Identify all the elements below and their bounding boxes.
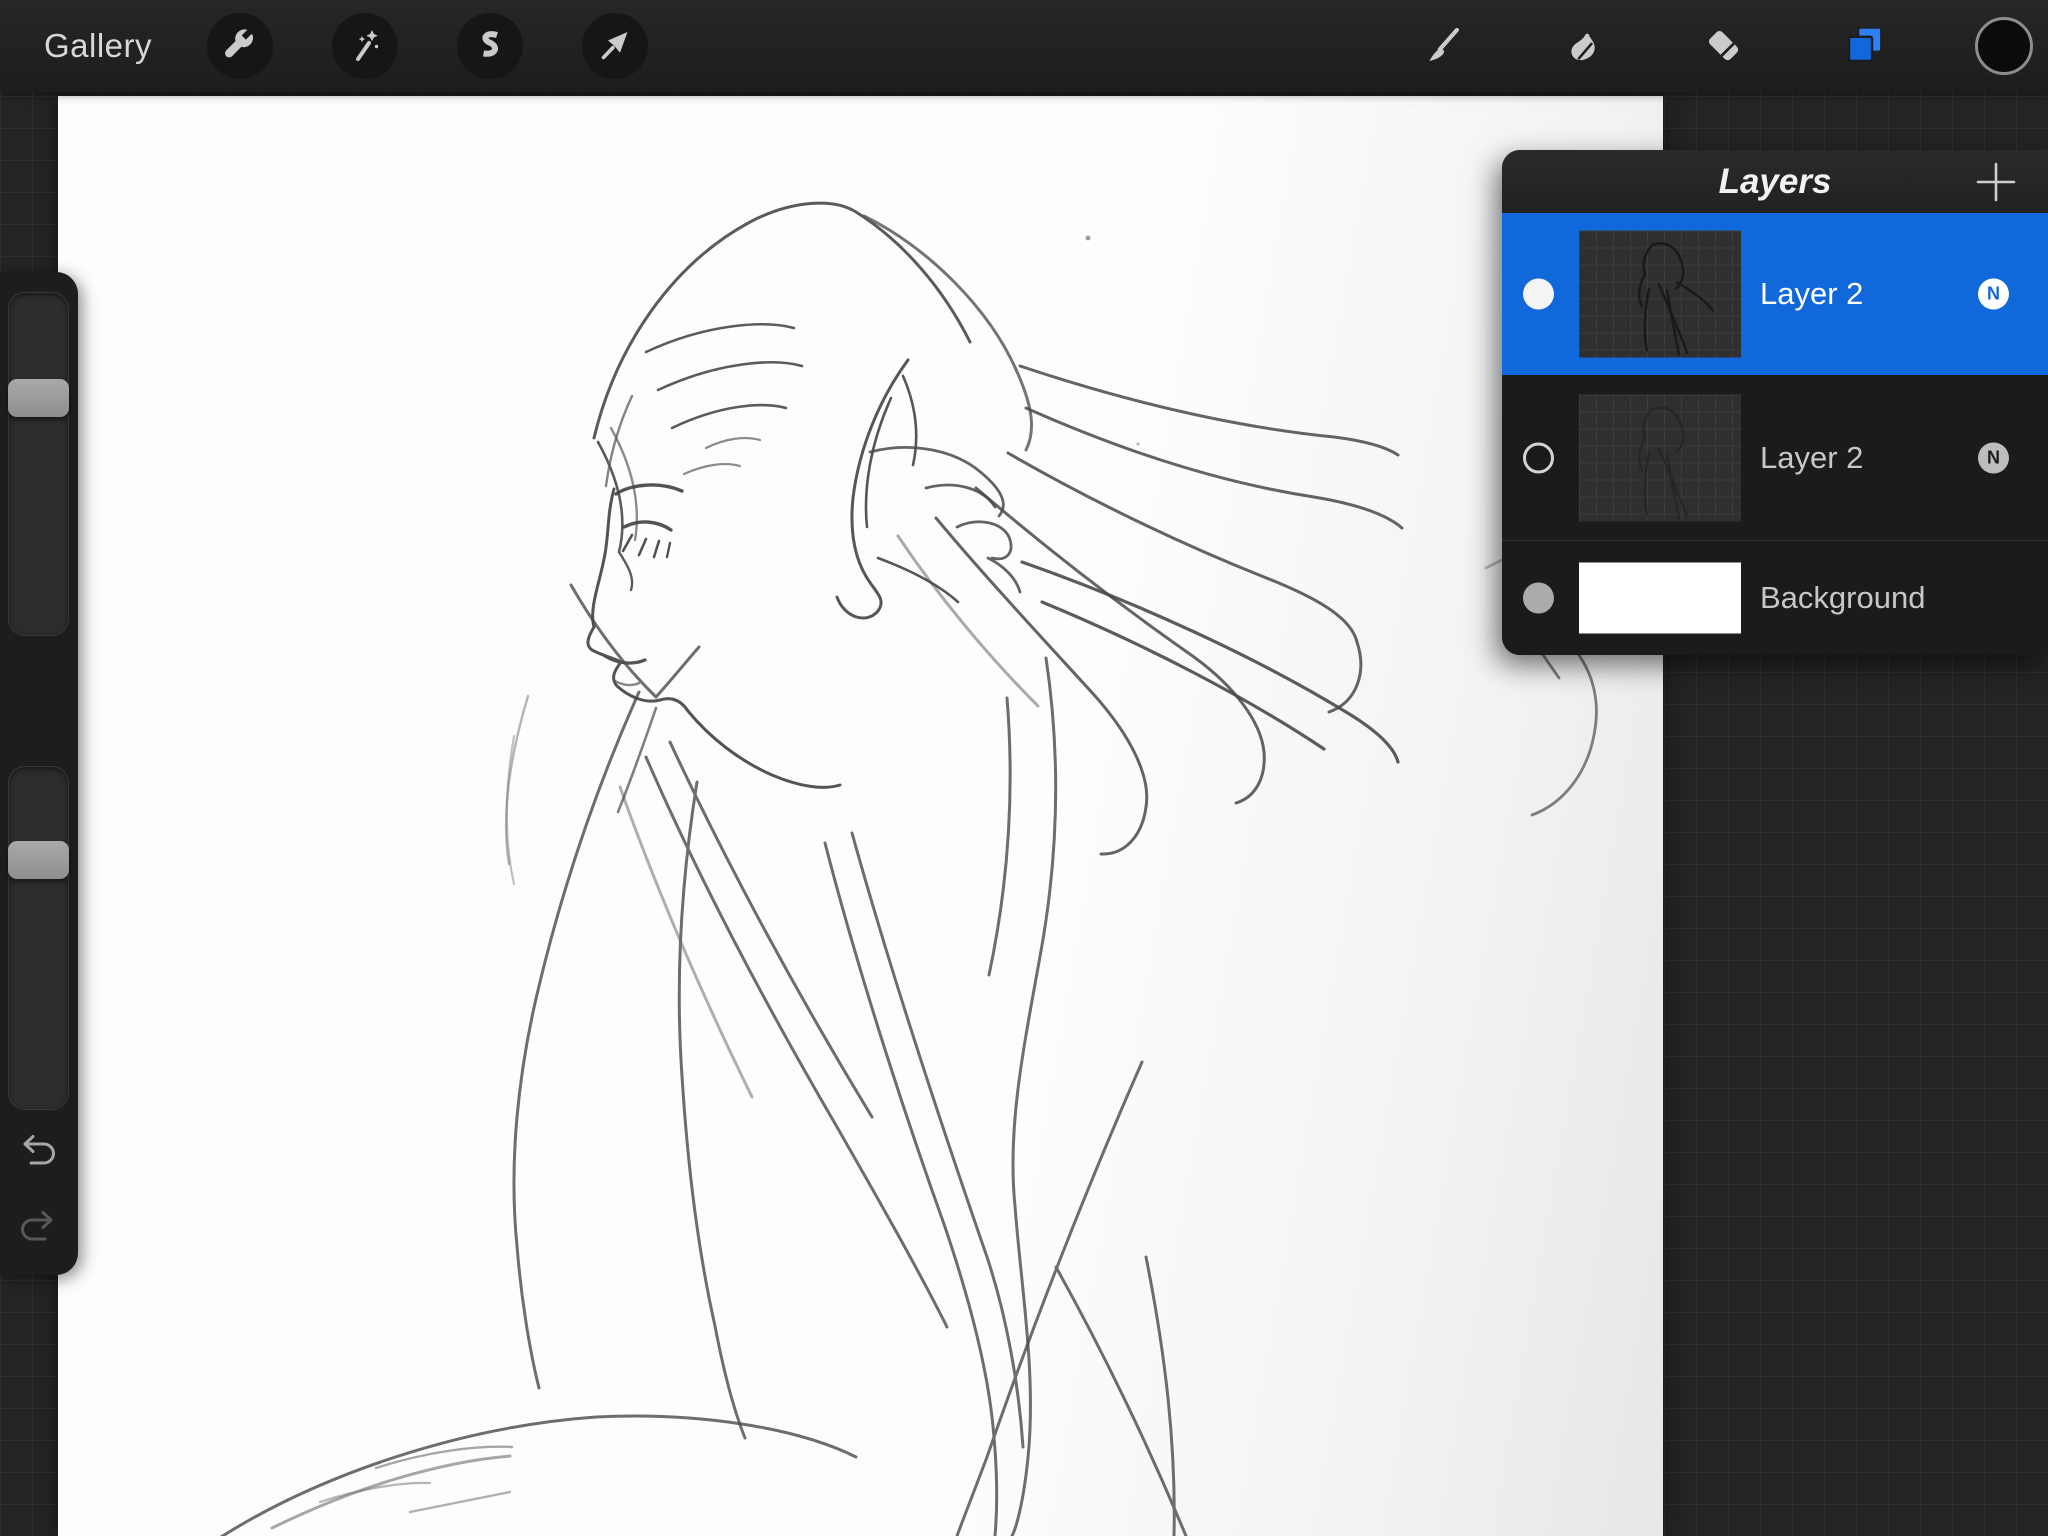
layers-panel: Layers xyxy=(1502,150,2048,655)
layers-icon xyxy=(1841,23,1887,69)
layer-name: Layer 2 xyxy=(1760,276,1863,312)
layer-row-layer2-selected[interactable]: Layer 2 N xyxy=(1502,213,2048,375)
smudge-button[interactable] xyxy=(1551,13,1617,79)
drawing-canvas[interactable] xyxy=(58,96,1663,1536)
opacity-handle[interactable] xyxy=(8,841,69,879)
brush-sidebar xyxy=(0,272,78,1275)
blend-mode-badge[interactable]: N xyxy=(1978,442,2009,473)
layer-thumbnail[interactable] xyxy=(1579,394,1741,521)
top-toolbar: Gallery xyxy=(0,0,2048,92)
selection-button[interactable] xyxy=(457,13,523,79)
layer-name: Background xyxy=(1760,580,1925,616)
layers-panel-header: Layers xyxy=(1502,150,2048,213)
redo-button[interactable] xyxy=(16,1204,60,1248)
selection-s-icon xyxy=(470,26,510,66)
adjustments-button[interactable] xyxy=(332,13,398,79)
layers-panel-title: Layers xyxy=(1502,150,2048,213)
transform-button[interactable] xyxy=(582,13,648,79)
layer-name: Layer 2 xyxy=(1760,440,1863,476)
visibility-checkbox[interactable] xyxy=(1523,583,1554,614)
layers-button[interactable] xyxy=(1831,13,1897,79)
brush-icon xyxy=(1419,23,1465,69)
brush-size-slider[interactable] xyxy=(8,292,69,636)
layer-row-layer2[interactable]: Layer 2 N xyxy=(1502,375,2048,540)
visibility-checkbox[interactable] xyxy=(1523,442,1554,473)
redo-arrow-icon xyxy=(17,1208,59,1244)
layer-thumbnail[interactable] xyxy=(1579,563,1741,634)
layer-thumbnail[interactable] xyxy=(1579,231,1741,358)
transform-arrow-icon xyxy=(595,26,635,66)
opacity-slider[interactable] xyxy=(8,766,69,1110)
color-circle-button[interactable] xyxy=(1975,17,2033,75)
actions-button[interactable] xyxy=(207,13,273,79)
gallery-button[interactable]: Gallery xyxy=(44,0,152,92)
paint-button[interactable] xyxy=(1409,13,1475,79)
blend-mode-badge[interactable]: N xyxy=(1978,279,2009,310)
undo-button[interactable] xyxy=(16,1128,60,1172)
layer-row-background[interactable]: Background xyxy=(1502,540,2048,655)
undo-arrow-icon xyxy=(17,1132,59,1168)
erase-button[interactable] xyxy=(1691,13,1757,79)
eraser-icon xyxy=(1701,23,1747,69)
smudge-icon xyxy=(1561,23,1607,69)
procreate-app: Gallery xyxy=(0,0,2048,1536)
plus-icon xyxy=(1974,160,2018,204)
sketch-artwork xyxy=(58,96,1663,1536)
magic-wand-icon xyxy=(345,26,385,66)
add-layer-button[interactable] xyxy=(1968,154,2024,210)
brush-size-handle[interactable] xyxy=(8,379,69,417)
wrench-icon xyxy=(220,26,260,66)
visibility-checkbox[interactable] xyxy=(1523,279,1554,310)
